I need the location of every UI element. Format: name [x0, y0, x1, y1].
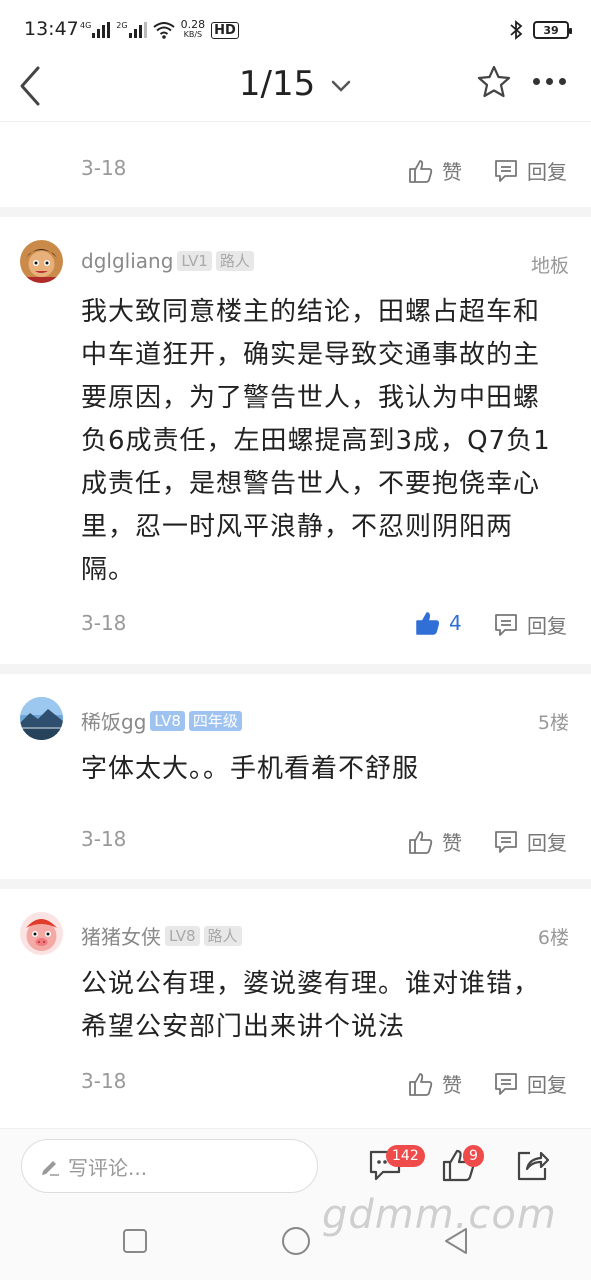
comment-icon	[495, 159, 517, 182]
like-button[interactable]: 赞	[408, 156, 462, 185]
like-button[interactable]: 4	[415, 610, 462, 636]
post-date: 3-18	[81, 827, 127, 851]
username[interactable]: dglgliang	[81, 249, 173, 273]
wifi-icon	[152, 22, 175, 39]
bluetooth-icon	[510, 20, 523, 40]
reply-label: 回复	[527, 614, 567, 638]
like-label: 赞	[442, 831, 462, 855]
status-bar: 13:47 4G 2G 0.28 KB/S HD 39	[0, 0, 591, 60]
tag-badge: 四年级	[188, 710, 242, 731]
comment-icon	[495, 1072, 517, 1095]
username[interactable]: 稀饭gg	[81, 706, 146, 735]
post-content: 我大致同意楼主的结论，田螺占超车和中车道狂开，确实是导致交通事故的主要原因，为了…	[81, 297, 551, 585]
avatar[interactable]	[20, 240, 63, 283]
reply-button[interactable]: 回复	[493, 1069, 567, 1098]
home-icon[interactable]	[281, 1226, 311, 1256]
like-count-badge: 9	[463, 1145, 484, 1167]
pencil-icon	[42, 1161, 59, 1176]
battery-icon: 39	[533, 21, 572, 39]
thumbs-up-filled-icon	[416, 612, 440, 635]
reply-button[interactable]: 回复	[493, 156, 567, 185]
user-name-row: 猪猪女侠 LV8 路人	[81, 921, 242, 950]
like-button[interactable]: 赞	[408, 1069, 462, 1098]
page-title: 1/15	[238, 64, 316, 104]
status-right: 39	[509, 20, 572, 40]
reply-label: 回复	[527, 1073, 567, 1097]
comment-icon	[495, 830, 517, 853]
user-name-row: 稀饭gg LV8 四年级	[81, 706, 242, 735]
post-item: 猪猪女侠 LV8 路人 6楼 公说公有理，婆说婆有理。谁对谁错，希望公安部门出来…	[0, 889, 591, 1128]
net-speed: 0.28 KB/S	[180, 18, 206, 39]
chevron-down-icon	[331, 80, 351, 92]
tag-badge: 路人	[215, 251, 254, 271]
post-item: 稀饭gg LV8 四年级 5楼 字体太大。。手机看着不舒服 3-18 赞 回复	[0, 674, 591, 878]
reply-button[interactable]: 回复	[493, 827, 567, 856]
star-icon[interactable]	[476, 64, 512, 100]
recent-apps-icon[interactable]	[122, 1228, 148, 1254]
comment-input[interactable]: 写评论...	[21, 1139, 318, 1193]
avatar[interactable]	[20, 912, 63, 955]
reply-label: 回复	[527, 831, 567, 855]
divider	[0, 664, 591, 674]
floor-label: 地板	[530, 255, 569, 277]
share-icon	[517, 1151, 550, 1181]
post-date: 3-18	[81, 1069, 127, 1093]
reply-button[interactable]: 回复	[493, 610, 567, 639]
comment-placeholder: 写评论...	[68, 1155, 148, 1180]
top-nav: 1/15	[0, 60, 591, 122]
comment-count-badge: 142	[386, 1145, 425, 1167]
floor-label: 5楼	[537, 712, 569, 734]
post-date: 3-18	[81, 156, 127, 180]
share-button[interactable]	[514, 1147, 554, 1187]
level-badge: LV8	[150, 710, 185, 731]
like-label: 赞	[442, 1073, 462, 1097]
post-date: 3-18	[81, 611, 127, 635]
thumbs-up-icon	[409, 159, 433, 183]
signal-2g-icon: 2G	[116, 21, 147, 38]
floor-label: 6楼	[537, 927, 569, 949]
thumbs-up-icon	[409, 1072, 433, 1096]
status-icons: 4G 2G 0.28 KB/S HD	[80, 18, 239, 40]
like-label: 赞	[442, 160, 462, 184]
divider	[0, 879, 591, 889]
post-item: dglgliang LV1 路人 地板 我大致同意楼主的结论，田螺占超车和中车道…	[0, 217, 591, 667]
hd-icon: HD	[211, 21, 239, 39]
more-icon[interactable]	[533, 78, 566, 85]
user-name-row: dglgliang LV1 路人	[81, 249, 254, 273]
reply-label: 回复	[527, 160, 567, 184]
post-content: 字体太大。。手机看着不舒服	[81, 754, 420, 784]
comment-icon	[495, 613, 517, 636]
tag-badge: 路人	[203, 925, 242, 946]
thumbs-up-icon	[409, 830, 433, 854]
watermark: gdmm.com	[322, 1192, 557, 1238]
like-count: 4	[449, 611, 462, 635]
like-button[interactable]: 赞	[408, 827, 462, 856]
username[interactable]: 猪猪女侠	[81, 921, 161, 950]
post-item: 3-18 赞 回复	[0, 122, 591, 216]
divider	[0, 207, 591, 217]
avatar[interactable]	[20, 697, 63, 740]
level-badge: LV8	[165, 925, 200, 946]
post-content: 公说公有理，婆说婆有理。谁对谁错，希望公安部门出来讲个说法	[81, 969, 541, 1042]
level-badge: LV1	[177, 251, 212, 271]
signal-4g-icon: 4G	[80, 21, 111, 38]
status-time: 13:47	[24, 18, 79, 40]
